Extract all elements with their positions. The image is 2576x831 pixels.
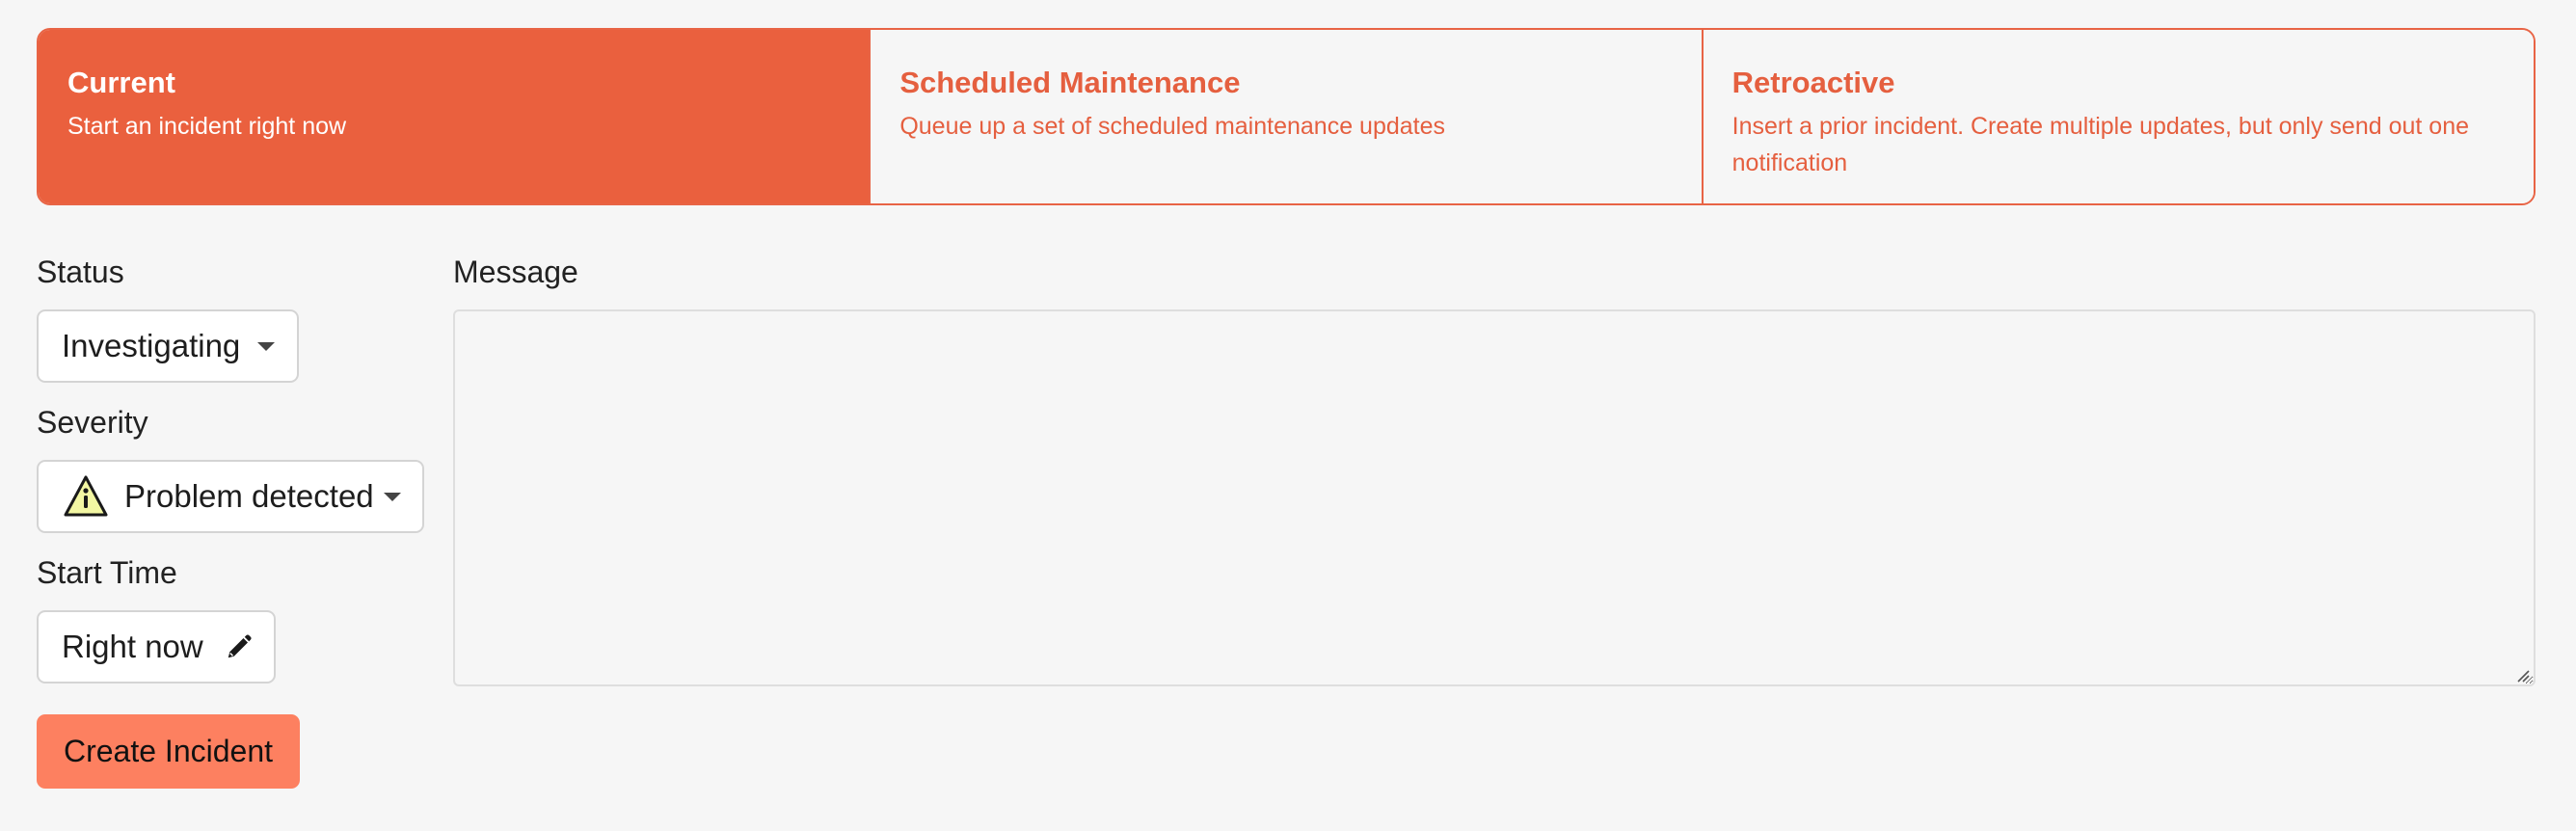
tab-retroactive-title: Retroactive	[1731, 66, 1895, 99]
message-label: Message	[453, 255, 578, 289]
resize-grip-icon[interactable]	[2513, 666, 2531, 684]
tab-current-title: Current	[67, 66, 175, 99]
warning-triangle-icon	[64, 475, 108, 517]
start-time-value: Right now	[62, 629, 203, 664]
create-incident-button[interactable]: Create Incident	[37, 714, 300, 789]
tab-scheduled-maintenance-title: Scheduled Maintenance	[899, 66, 1241, 99]
status-select[interactable]: Investigating	[37, 309, 299, 383]
severity-label: Severity	[37, 405, 148, 440]
chevron-down-icon	[257, 341, 276, 351]
start-time-label: Start Time	[37, 555, 177, 590]
start-time-field[interactable]: Right now	[37, 610, 276, 684]
tab-retroactive-description: Insert a prior incident. Create multiple…	[1731, 113, 2469, 177]
status-select-value: Investigating	[62, 328, 241, 363]
tab-scheduled-maintenance-description: Queue up a set of scheduled maintenance …	[899, 113, 1446, 141]
incident-type-selector: Current Start an incident right now Sche…	[37, 28, 2536, 205]
tab-scheduled-maintenance[interactable]: Scheduled Maintenance Queue up a set of …	[869, 30, 1702, 203]
chevron-down-icon	[383, 492, 401, 501]
severity-select[interactable]: Problem detected	[37, 460, 424, 533]
pencil-icon[interactable]	[225, 632, 254, 661]
message-textarea[interactable]	[453, 309, 2536, 686]
tab-current[interactable]: Current Start an incident right now	[39, 30, 870, 203]
severity-select-value: Problem detected	[124, 478, 374, 514]
tab-current-description: Start an incident right now	[67, 113, 347, 141]
tab-retroactive[interactable]: Retroactive Insert a prior incident. Cre…	[1701, 30, 2534, 203]
status-label: Status	[37, 255, 124, 289]
